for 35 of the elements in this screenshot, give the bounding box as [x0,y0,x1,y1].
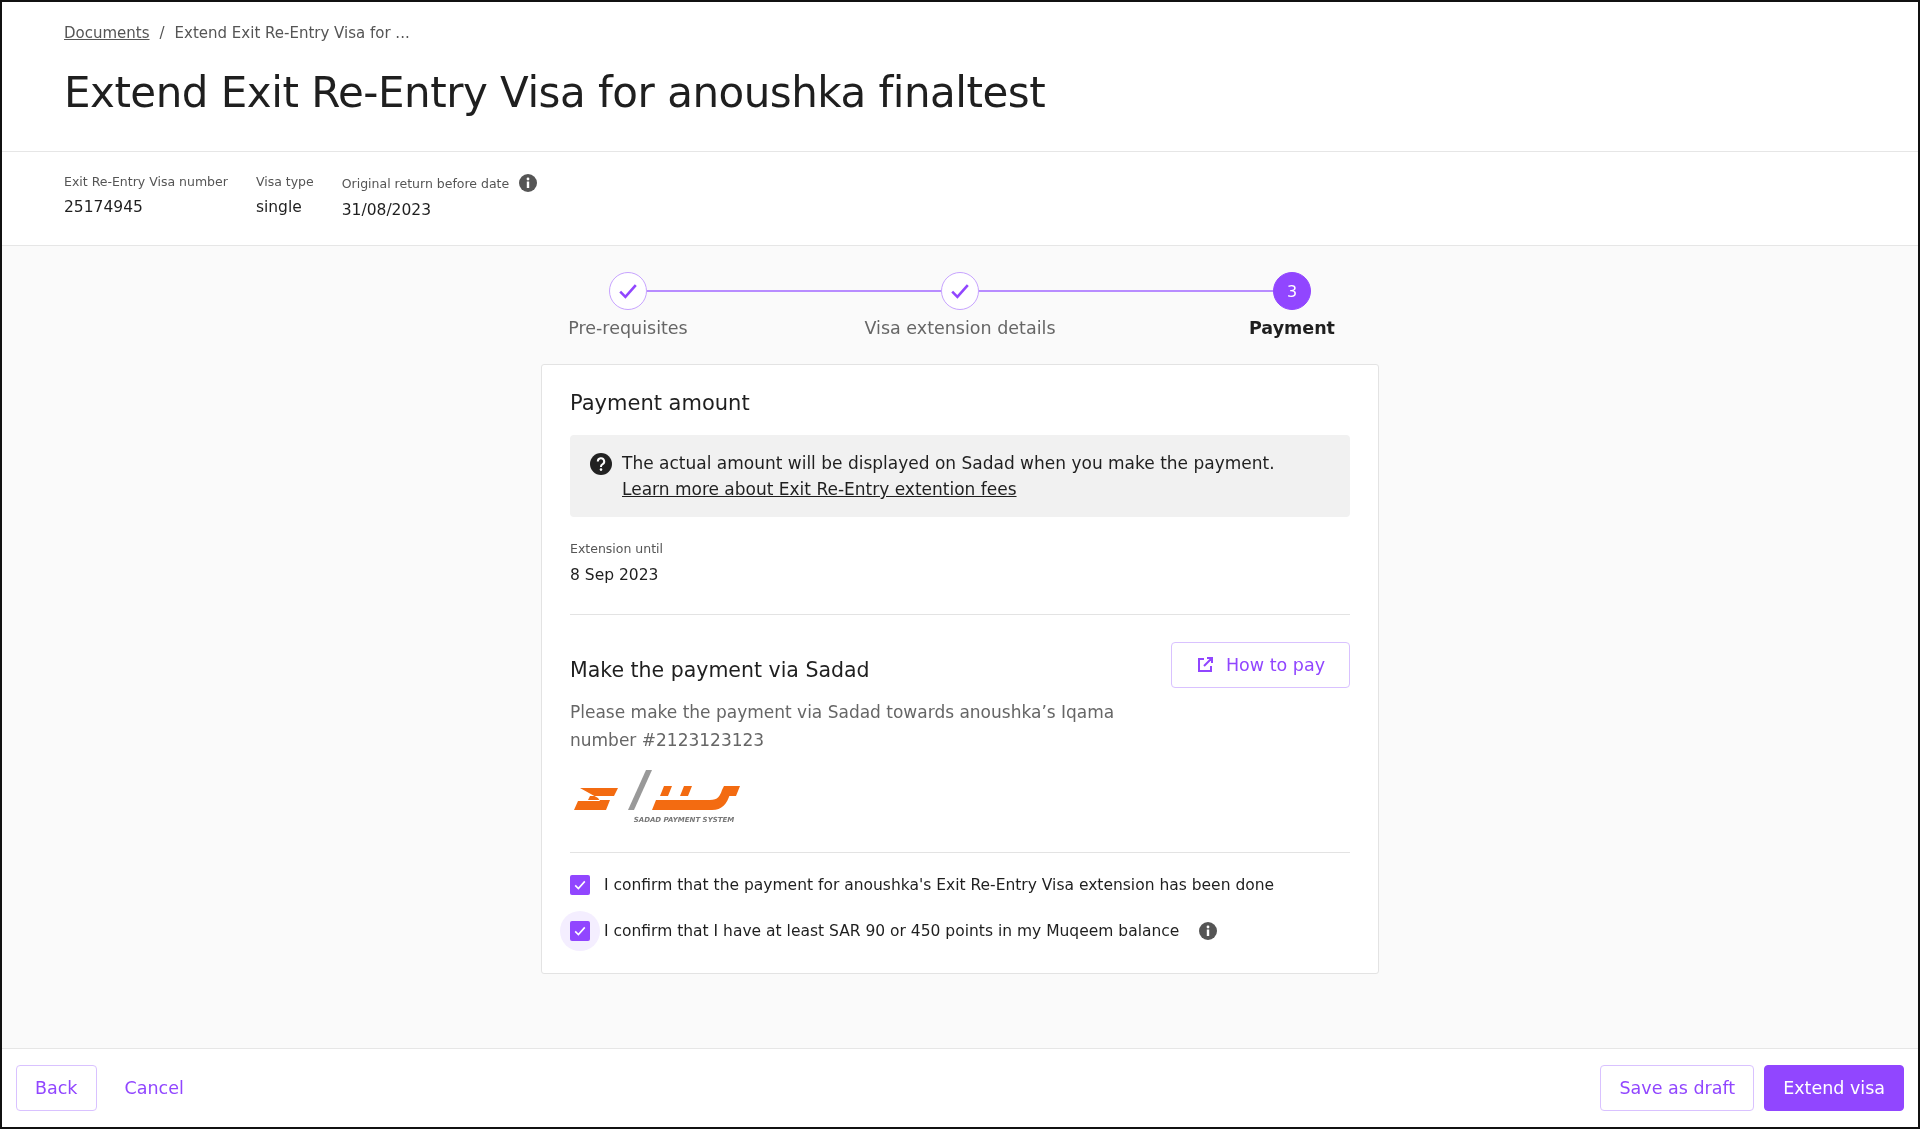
step-complete-icon [941,272,979,310]
external-link-icon [1195,656,1214,674]
checkbox[interactable] [570,875,590,895]
field-label: Extension until [570,541,665,556]
back-button[interactable]: Back [16,1065,97,1111]
breadcrumb-separator: / [159,24,165,42]
draft-button[interactable]: Save as draft [1600,1065,1755,1111]
step-label: Pre-requisites [568,318,688,338]
info-icon[interactable] [519,174,538,192]
help-icon [590,453,612,475]
breadcrumb-link[interactable]: Documents [64,24,150,42]
field-value: 25174945 [64,198,144,216]
step-label: Payment [1249,318,1335,338]
breadcrumb-current: Extend Exit Re-Entry Visa for ... [174,24,410,42]
step-complete-icon [609,272,647,310]
step-label: Visa extension details [864,318,1056,338]
field-label: Visa type [255,174,314,189]
fees-link[interactable]: Learn more about Exit Re-Entry extention fees [622,479,1017,499]
step-number: 3 [1273,272,1311,310]
page-title: Extend Exit Re-Entry Visa for anoushka finaltest [64,68,1047,117]
field-value: 8 Sep 2023 [570,566,660,584]
submit-button[interactable]: Extend visa [1764,1065,1904,1111]
section-heading: Make the payment via Sadad [570,658,870,682]
field-label: Exit Re-Entry Visa number [64,174,228,189]
checkbox-label: I confirm that the payment for anoushka's Exit Re-Entry Visa extension has been done [604,876,1275,894]
notice-text: The actual amount will be displayed on Sadad when you make the payment. [622,453,1275,473]
how-to-pay-button[interactable]: How to pay [1170,642,1350,688]
payment-instructions: Please make the payment via Sadad towards anoushka’s Iqama number #2123123123 [570,701,1116,752]
field-label: Original return before date [341,175,510,191]
checkbox-label: I confirm that I have at least SAR 90 or 450 points in my Muqeem balance [604,922,1180,940]
field-value: 31/08/2023 [341,201,433,219]
section-heading: Payment amount [570,391,751,415]
info-icon[interactable] [1199,922,1218,940]
field-value: single [255,198,303,216]
checkbox[interactable] [570,921,590,941]
